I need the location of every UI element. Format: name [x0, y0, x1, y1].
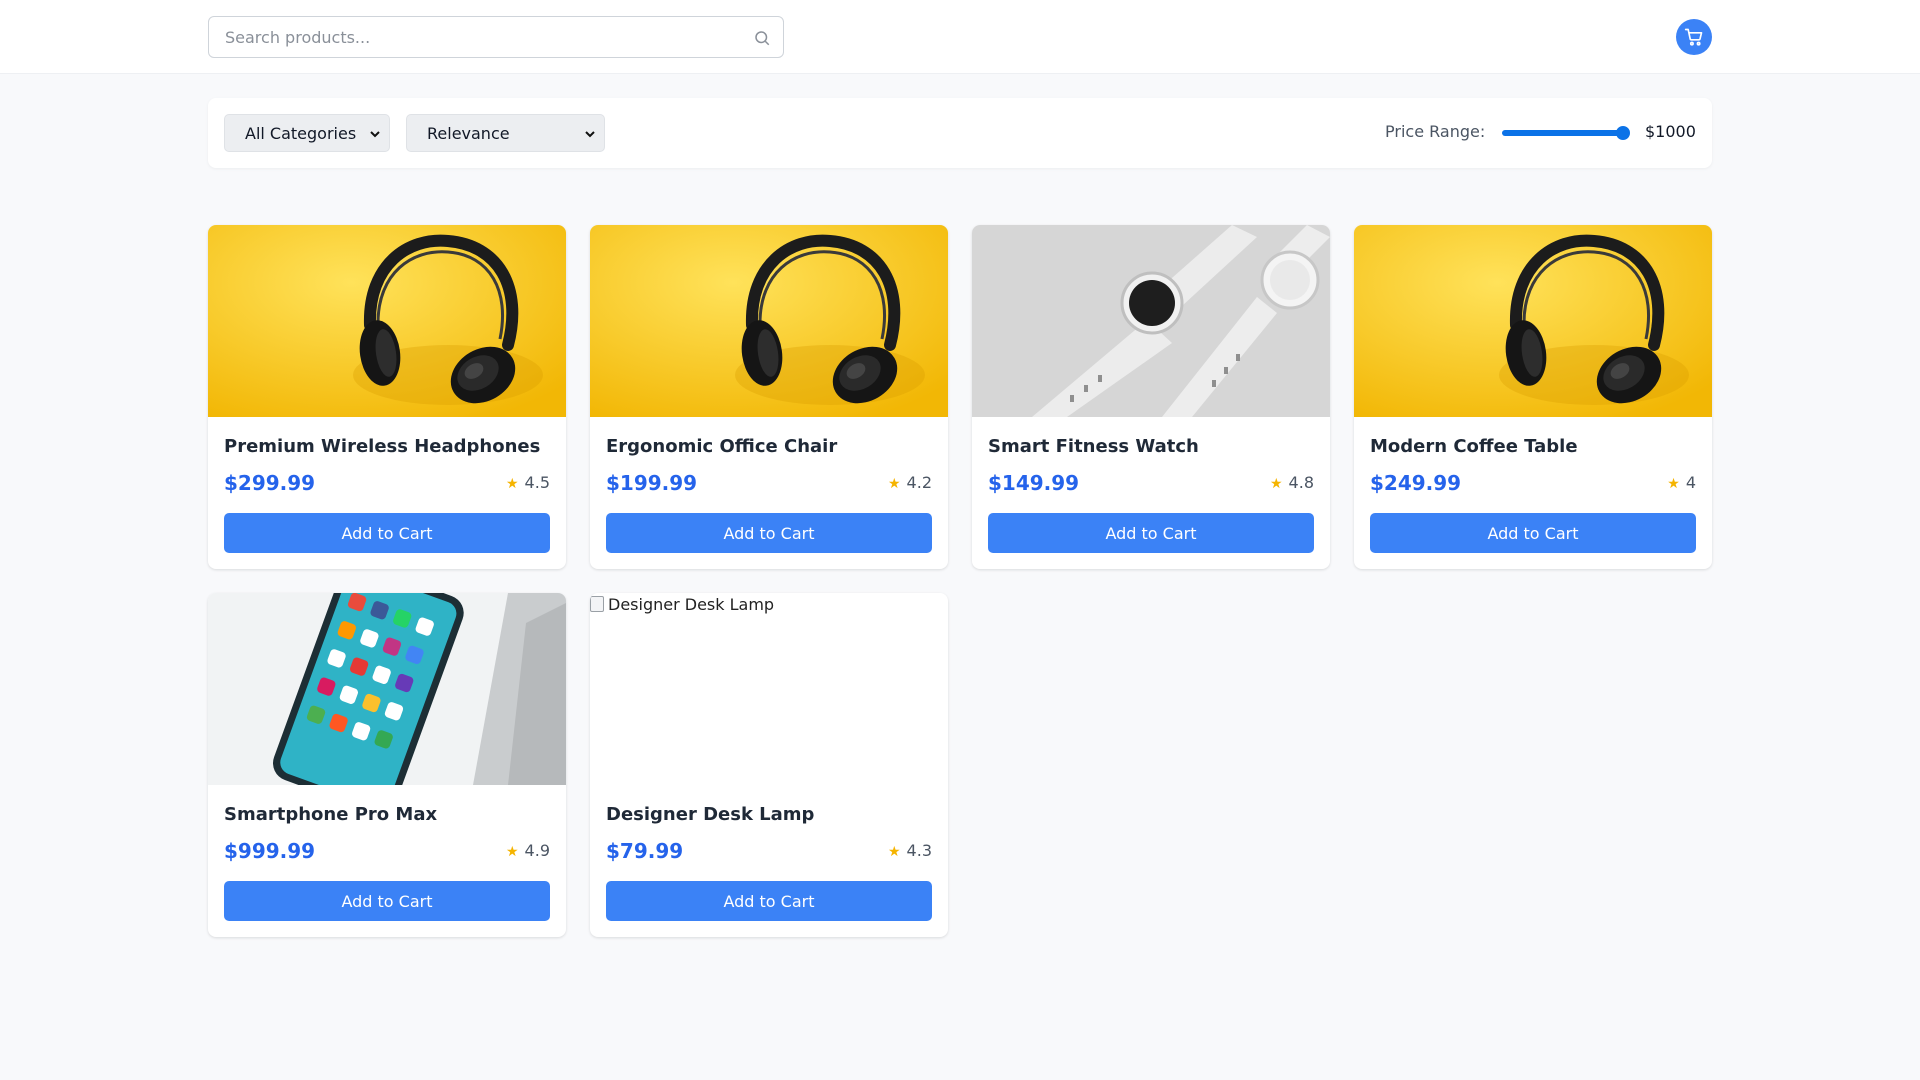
product-card: Smartphone Pro Max $999.99 ★ 4.9 Add to C…	[208, 593, 566, 937]
add-to-cart-button[interactable]: Add to Cart	[988, 513, 1314, 553]
product-name[interactable]: Premium Wireless Headphones	[224, 436, 540, 457]
search-input[interactable]	[209, 17, 783, 57]
filter-bar: All Categories Relevance Price Range: $1…	[208, 98, 1712, 168]
product-price: $249.99	[1370, 471, 1462, 495]
product-image[interactable]	[1354, 225, 1712, 417]
product-price: $299.99	[224, 471, 316, 495]
product-image[interactable]	[208, 225, 566, 417]
product-price: $149.99	[988, 471, 1080, 495]
rating-value: 4.5	[524, 473, 550, 492]
product-rating: ★ 4.5	[506, 473, 550, 492]
cart-button[interactable]	[1676, 19, 1712, 55]
price-range-slider[interactable]	[1502, 126, 1630, 140]
add-to-cart-button[interactable]: Add to Cart	[224, 881, 550, 921]
product-card: Ergonomic Office Chair $199.99 ★ 4.2 Add …	[590, 225, 948, 569]
sort-select[interactable]: Relevance	[406, 114, 605, 152]
search-icon[interactable]	[753, 29, 771, 47]
chevron-down-icon	[585, 131, 595, 138]
add-to-cart-button[interactable]: Add to Cart	[606, 513, 932, 553]
star-icon: ★	[1667, 476, 1680, 492]
add-to-cart-button[interactable]: Add to Cart	[1370, 513, 1696, 553]
add-to-cart-button[interactable]: Add to Cart	[224, 513, 550, 553]
product-rating: ★ 4.9	[506, 841, 550, 860]
broken-image-icon	[590, 596, 604, 612]
product-price: $999.99	[224, 839, 316, 863]
headphones-illustration	[1354, 225, 1712, 417]
category-select-value: All Categories	[245, 123, 357, 143]
sort-select-value: Relevance	[427, 123, 510, 143]
star-icon: ★	[1269, 476, 1283, 492]
product-name[interactable]: Modern Coffee Table	[1370, 436, 1578, 457]
rating-value: 4.9	[524, 841, 550, 860]
search-box[interactable]	[208, 16, 784, 58]
product-card: Designer Desk Lamp Designer Desk Lamp $7…	[590, 593, 948, 937]
add-to-cart-button[interactable]: Add to Cart	[606, 881, 932, 921]
watch-illustration	[972, 225, 1330, 417]
shopping-cart-icon	[1684, 28, 1703, 46]
product-rating: ★ 4.3	[888, 841, 932, 860]
smartphone-illustration	[208, 593, 566, 785]
category-select[interactable]: All Categories	[224, 114, 390, 152]
broken-image: Designer Desk Lamp	[590, 595, 774, 614]
product-image[interactable]	[208, 593, 566, 785]
product-card: Premium Wireless Headphones $299.99 ★ 4.5…	[208, 225, 566, 569]
price-range-label: Price Range:	[1385, 122, 1486, 141]
rating-value: 4.8	[1288, 473, 1314, 492]
rating-value: 4.3	[906, 841, 932, 860]
product-name[interactable]: Smartphone Pro Max	[224, 804, 437, 825]
price-range-value: $1000	[1645, 122, 1696, 141]
product-rating: ★ 4.8	[1270, 473, 1314, 492]
star-icon: ★	[887, 476, 901, 492]
product-name[interactable]: Designer Desk Lamp	[606, 804, 814, 825]
headphones-illustration	[208, 225, 566, 417]
product-card: Modern Coffee Table $249.99 ★ 4 Add to Ca…	[1354, 225, 1712, 569]
product-image[interactable]: Designer Desk Lamp	[590, 593, 948, 785]
product-price: $79.99	[606, 839, 684, 863]
rating-value: 4.2	[906, 473, 932, 492]
product-price: $199.99	[606, 471, 698, 495]
rating-value: 4	[1685, 473, 1696, 492]
product-image[interactable]	[590, 225, 948, 417]
product-rating: ★ 4	[1667, 473, 1696, 492]
star-icon: ★	[505, 476, 519, 492]
star-icon: ★	[505, 844, 519, 860]
product-image[interactable]	[972, 225, 1330, 417]
product-name[interactable]: Ergonomic Office Chair	[606, 436, 837, 457]
product-name[interactable]: Smart Fitness Watch	[988, 436, 1199, 457]
image-alt-text: Designer Desk Lamp	[608, 595, 775, 614]
star-icon: ★	[887, 844, 901, 860]
price-range-track	[1502, 130, 1623, 136]
price-range-thumb[interactable]	[1616, 126, 1630, 140]
product-card: Smart Fitness Watch $149.99 ★ 4.8 Add to …	[972, 225, 1330, 569]
top-bar	[0, 0, 1920, 74]
headphones-illustration	[590, 225, 948, 417]
product-rating: ★ 4.2	[888, 473, 932, 492]
chevron-down-icon	[370, 131, 380, 138]
